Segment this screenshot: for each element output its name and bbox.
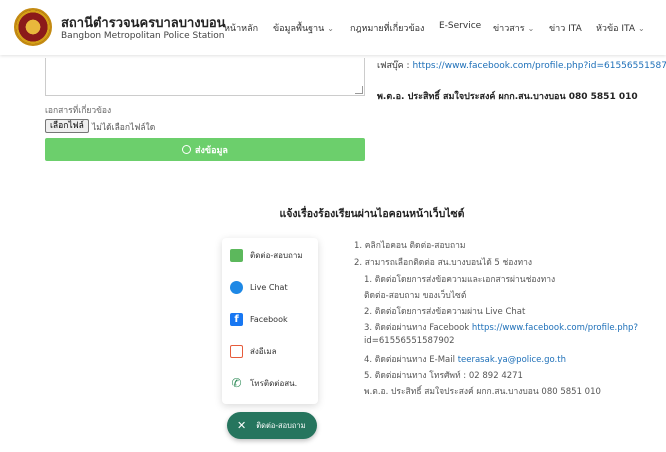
submit-label: ส่งข้อมูล [195, 145, 228, 156]
message-textarea[interactable] [45, 58, 365, 96]
nav-item-eservice[interactable]: E-Service [439, 21, 481, 31]
widget-item-label: ติดต่อ-สอบถาม [250, 251, 303, 260]
resize-handle-icon[interactable] [355, 86, 363, 94]
instruction-line: 1. ติดต่อโดยการส่งข้อความและเอกสารผ่านช่… [364, 275, 556, 285]
contact-fab-button[interactable]: ✕ ติดต่อ-สอบถาม [227, 412, 317, 439]
widget-item-label: ส่งอีเมล [250, 347, 277, 356]
widget-item-email[interactable]: ส่งอีเมล [230, 345, 277, 358]
instruction-line: 1. คลิกไอคอน ติดต่อ-สอบถาม [354, 241, 466, 251]
contact-widget-menu: ติดต่อ-สอบถาม Live Chat f Facebook ส่งอี… [222, 238, 318, 404]
site-header: สถานีตำรวจนครบาลบางบอน Bangbon Metropoli… [0, 0, 666, 55]
widget-item-phone[interactable]: ✆ โทรติดต่อสน. [230, 377, 297, 390]
nav-item-ita-news[interactable]: ข่าว ITA [549, 21, 582, 35]
site-subtitle: Bangbon Metropolitan Police Station [61, 31, 225, 41]
submit-button[interactable]: ส่งข้อมูล [45, 138, 365, 161]
instruction-line: 3. ติดต่อผ่านทาง Facebook https://www.fa… [364, 320, 638, 334]
nav-label: ข้อมูลพื้นฐาน [273, 24, 325, 34]
file-status-text: ไม่ได้เลือกไฟล์ใด [92, 123, 156, 133]
instruction-line: พ.ต.อ. ประสิทธิ์ สมใจประสงค์ ผกก.สน.บางบ… [364, 387, 601, 397]
close-icon[interactable]: ✕ [237, 419, 246, 432]
widget-item-live-chat[interactable]: Live Chat [230, 281, 288, 294]
submit-icon [182, 145, 192, 154]
widget-item-facebook[interactable]: f Facebook [230, 313, 288, 326]
officer-contact: พ.ต.อ. ประสิทธิ์ สมใจประสงค์ ผกก.สน.บางบ… [377, 92, 638, 102]
facebook-label: เฟสบุ๊ค : [377, 61, 410, 71]
instruction-line: 5. ติดต่อผ่านทาง โทรศัพท์ : 02 892 4271 [364, 371, 523, 381]
widget-item-label: Facebook [250, 315, 288, 324]
nav-item-ita-topics[interactable]: หัวข้อ ITA ⌄ [596, 21, 645, 35]
nav-item-laws[interactable]: กฎหมายที่เกี่ยวข้อง [350, 21, 424, 35]
widget-item-label: โทรติดต่อสน. [250, 379, 298, 388]
chevron-down-icon: ⌄ [327, 24, 334, 33]
chevron-down-icon: ⌄ [527, 24, 535, 33]
email-link[interactable]: teerasak.ya@police.go.th [458, 355, 566, 365]
instruction-line: 4. ติดต่อผ่านทาง E-Mail teerasak.ya@poli… [364, 352, 566, 366]
nav-item-home[interactable]: หน้าหลัก [224, 21, 258, 35]
chevron-down-icon: ⌄ [638, 24, 645, 33]
facebook-instruction-link-id[interactable]: id=61556551587902 [364, 336, 455, 346]
fab-label: ติดต่อ-สอบถาม [256, 420, 306, 430]
facebook-icon: f [230, 313, 243, 326]
nav-item-basic-info[interactable]: ข้อมูลพื้นฐาน ⌄ [273, 21, 334, 35]
instruction-line: 2. ติดต่อโดยการส่งข้อความผ่าน Live Chat [364, 307, 526, 317]
facebook-instruction-link[interactable]: https://www.facebook.com/profile.php? [472, 323, 638, 333]
nav-label: ข่าว ITA [549, 24, 582, 34]
choose-file-button[interactable]: เลือกไฟล์ [45, 119, 89, 133]
widget-item-contact[interactable]: ติดต่อ-สอบถาม [230, 249, 303, 262]
nav-label: หน้าหลัก [224, 24, 259, 34]
nav-label: E-Service [439, 21, 482, 31]
messenger-icon [230, 281, 243, 294]
nav-label: หัวข้อ ITA [596, 24, 636, 34]
site-title[interactable]: สถานีตำรวจนครบาลบางบอน [61, 12, 226, 33]
documents-label: เอกสารที่เกี่ยวข้อง [45, 106, 112, 116]
police-logo-icon[interactable] [14, 8, 52, 46]
section-heading: แจ้งเรื่องร้องเรียนผ่านไอคอนหน้าเว็บไซต์ [279, 208, 465, 220]
mail-icon [230, 345, 243, 358]
chat-icon [230, 249, 243, 262]
widget-item-label: Live Chat [250, 283, 288, 292]
instruction-line: 2. สามารถเลือกติดต่อ สน.บางบอนได้ 5 ช่อง… [354, 258, 533, 268]
facebook-link[interactable]: https://www.facebook.com/profile.php?id=… [412, 61, 666, 71]
instruction-text: 4. ติดต่อผ่านทาง E-Mail [364, 355, 455, 365]
phone-icon: ✆ [231, 376, 242, 390]
instruction-text: 3. ติดต่อผ่านทาง Facebook [364, 323, 470, 333]
nav-label: ข่าวสาร [493, 24, 525, 34]
instruction-line: ติดต่อ-สอบถาม ของเว็บไซต์ [364, 291, 467, 301]
nav-label: กฎหมายที่เกี่ยวข้อง [350, 24, 425, 34]
nav-item-news[interactable]: ข่าวสาร ⌄ [493, 21, 534, 35]
facebook-contact: เฟสบุ๊ค : https://www.facebook.com/profi… [377, 58, 666, 72]
